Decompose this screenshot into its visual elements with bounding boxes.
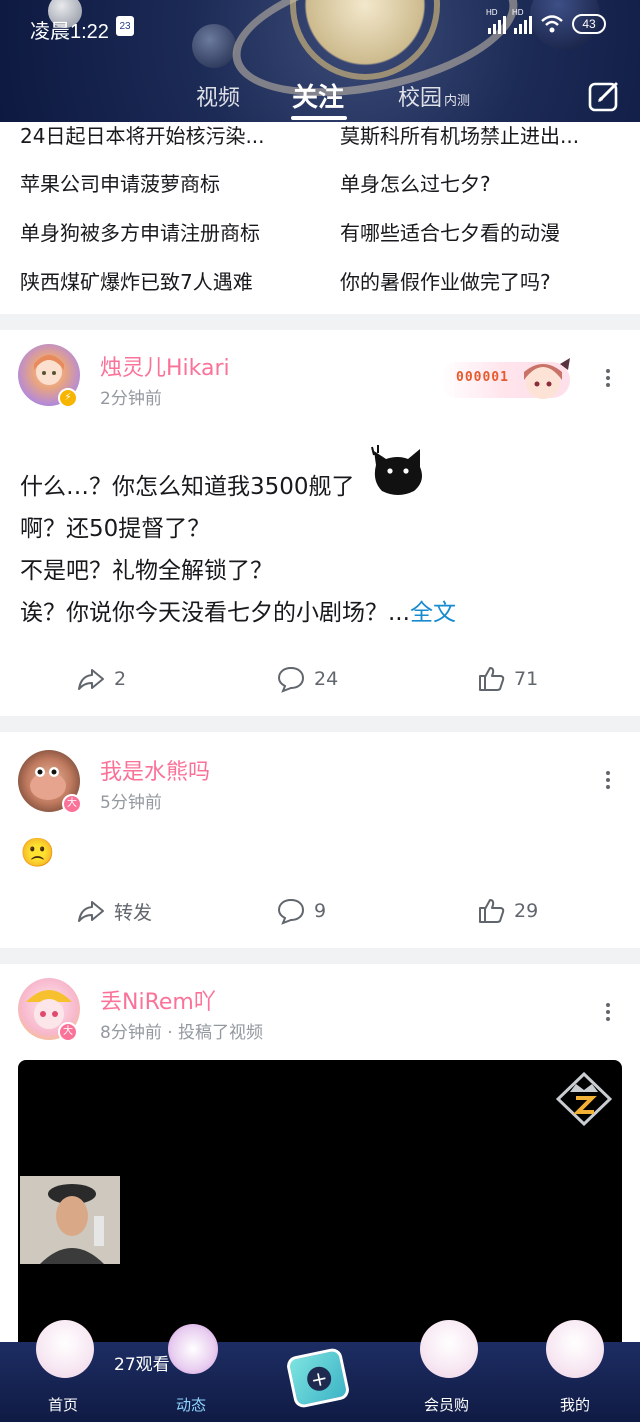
dynamic-post: 大 我是水熊吗 5分钟前 🙁 转发 9 29 bbox=[0, 732, 640, 948]
share-label: 转发 bbox=[114, 901, 153, 924]
post-content: 什么…？你怎么知道我3500舰了 啊？还50提督了？ 不是吧？礼物全解锁了？ 诶… bbox=[20, 444, 456, 634]
dynamic-post: ⚡ 烛灵儿Hikari 2分钟前 000001 什么…？你怎么知道我3500舰了… bbox=[0, 330, 640, 716]
post-line: 诶？你说你今天没看七夕的小剧场？...全文 bbox=[20, 600, 456, 626]
thumbs-up-icon bbox=[479, 667, 505, 691]
nav-vip-shop[interactable]: 会员购 bbox=[424, 1394, 469, 1415]
like-count: 29 bbox=[514, 900, 539, 922]
medal-number: 000001 bbox=[456, 370, 509, 385]
more-options-icon[interactable] bbox=[600, 768, 616, 796]
nav-home[interactable]: 首页 bbox=[48, 1394, 78, 1415]
nav-dynamic[interactable]: 动态 bbox=[176, 1394, 206, 1415]
hot-topic-item[interactable]: 你的暑假作业做完了吗? bbox=[340, 266, 551, 295]
nav-mine[interactable]: 我的 bbox=[560, 1394, 590, 1415]
like-button[interactable]: 29 bbox=[476, 896, 538, 926]
comment-count: 24 bbox=[314, 668, 339, 690]
thumbs-up-icon bbox=[479, 899, 505, 923]
top-tabs: 视频 关注 校园 内测 bbox=[0, 74, 640, 122]
video-view-count: 27观看 bbox=[114, 1355, 170, 1375]
vip-badge-icon: 大 bbox=[58, 1022, 78, 1042]
battery-icon: 43 bbox=[572, 14, 606, 34]
more-options-icon[interactable] bbox=[600, 1000, 616, 1028]
signal-icon: HD bbox=[486, 8, 506, 34]
hot-topics-panel: 24日起日本将开始核污染... 莫斯科所有机场禁止进出... 苹果公司申请菠萝商… bbox=[0, 122, 640, 314]
calendar-icon: 23 bbox=[116, 16, 134, 36]
hot-topic-item[interactable]: 苹果公司申请菠萝商标 bbox=[20, 168, 220, 197]
share-button[interactable]: 2 bbox=[76, 664, 126, 694]
tab-active-indicator bbox=[291, 116, 347, 120]
share-icon bbox=[78, 901, 104, 922]
tab-campus[interactable]: 校园 内测 bbox=[398, 80, 470, 112]
post-time: 8分钟前 · 投稿了视频 bbox=[100, 1023, 264, 1043]
hot-topic-item[interactable]: 24日起日本将开始核污染... bbox=[20, 122, 265, 149]
post-username[interactable]: 我是水熊吗 bbox=[100, 754, 210, 786]
hot-topic-item[interactable]: 单身狗被多方申请注册商标 bbox=[20, 217, 260, 246]
more-options-icon[interactable] bbox=[600, 366, 616, 394]
post-emoji: 🙁 bbox=[20, 836, 55, 869]
home-mascot-icon bbox=[36, 1320, 94, 1378]
vip-badge-icon: 大 bbox=[62, 794, 82, 814]
chibi-character-icon bbox=[524, 358, 570, 399]
compose-icon[interactable] bbox=[586, 78, 622, 114]
dynamic-post: 大 丢NiRem吖 8分钟前 · 投稿了视频 bbox=[0, 964, 640, 1364]
fan-medal-decoration[interactable]: 000001 bbox=[440, 352, 580, 404]
person-thumbnail-icon bbox=[20, 1176, 120, 1264]
post-line: 什么…？你怎么知道我3500舰了 bbox=[20, 444, 456, 508]
plus-icon: + bbox=[304, 1364, 334, 1394]
hot-topic-item[interactable]: 有哪些适合七夕看的动漫 bbox=[340, 217, 560, 246]
share-button[interactable]: 转发 bbox=[76, 896, 152, 926]
comment-icon bbox=[277, 898, 305, 925]
hot-topic-item[interactable]: 陕西煤矿爆炸已致7人遇难 bbox=[20, 266, 253, 295]
lightning-badge-icon: ⚡ bbox=[58, 388, 78, 408]
post-time: 5分钟前 bbox=[100, 793, 162, 813]
status-time: 凌晨1:22 bbox=[30, 21, 109, 43]
share-count: 2 bbox=[114, 668, 127, 690]
like-count: 71 bbox=[514, 668, 539, 690]
post-line: 啊？还50提督了？ bbox=[20, 516, 211, 542]
black-cat-sticker-icon bbox=[370, 444, 422, 495]
video-thumbnail bbox=[20, 1176, 120, 1264]
post-time: 2分钟前 bbox=[100, 389, 162, 409]
wifi-icon bbox=[541, 15, 563, 33]
comment-button[interactable]: 24 bbox=[276, 664, 338, 694]
post-line: 不是吧？礼物全解锁了？ bbox=[20, 558, 273, 584]
comment-count: 9 bbox=[314, 900, 327, 922]
full-text-link[interactable]: 全文 bbox=[410, 600, 456, 626]
post-username[interactable]: 烛灵儿Hikari bbox=[100, 350, 230, 382]
like-button[interactable]: 71 bbox=[476, 664, 538, 694]
status-indicators: HD HD 43 bbox=[486, 8, 606, 34]
channel-logo-icon bbox=[556, 1072, 612, 1126]
hot-topic-item[interactable]: 单身怎么过七夕? bbox=[340, 168, 491, 197]
app-header: 凌晨1:22 23 HD HD 43 视频 关注 校园 内测 bbox=[0, 0, 640, 122]
post-username[interactable]: 丢NiRem吖 bbox=[100, 984, 216, 1016]
tab-follow[interactable]: 关注 bbox=[292, 77, 344, 114]
video-player[interactable] bbox=[18, 1060, 622, 1360]
tab-video[interactable]: 视频 bbox=[196, 80, 240, 112]
signal-icon: HD bbox=[512, 8, 532, 34]
hot-topic-item[interactable]: 莫斯科所有机场禁止进出... bbox=[340, 122, 579, 149]
tab-campus-label: 校园 bbox=[398, 86, 443, 111]
comment-button[interactable]: 9 bbox=[276, 896, 326, 926]
mine-mascot-icon bbox=[546, 1320, 604, 1378]
dynamic-flower-icon bbox=[168, 1324, 218, 1374]
share-icon bbox=[78, 669, 104, 690]
comment-icon bbox=[277, 666, 305, 693]
status-bar: 凌晨1:22 23 HD HD 43 bbox=[0, 0, 640, 54]
tab-campus-tag: 内测 bbox=[444, 94, 471, 109]
vip-mascot-icon bbox=[420, 1320, 478, 1378]
